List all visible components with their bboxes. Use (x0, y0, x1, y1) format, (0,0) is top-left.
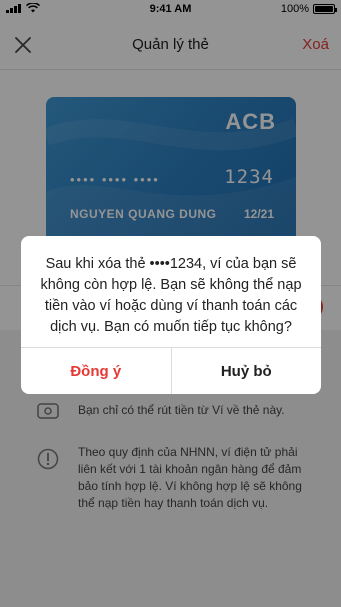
dialog-message: Sau khi xóa thẻ ••••1234, ví của bạn sẽ … (40, 256, 302, 335)
dialog-buttons: Đồng ý Huỷ bỏ (21, 347, 321, 394)
confirm-button[interactable]: Đồng ý (21, 348, 172, 394)
confirm-dialog: Sau khi xóa thẻ ••••1234, ví của bạn sẽ … (21, 236, 321, 394)
cancel-button[interactable]: Huỷ bỏ (172, 348, 322, 394)
